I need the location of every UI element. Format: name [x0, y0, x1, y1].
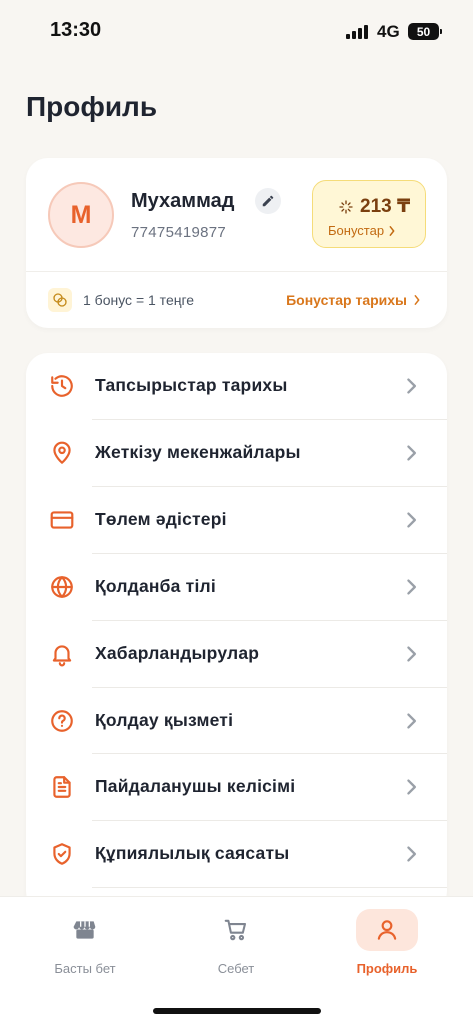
battery-level: 50	[416, 24, 431, 39]
chevron-right-icon	[414, 295, 420, 305]
menu-item-user-agreement[interactable]: Пайдаланушы келісімі	[26, 754, 447, 820]
chevron-right-icon	[407, 378, 417, 394]
menu-item-label: Тапсырыстар тарихы	[95, 375, 288, 395]
menu-item-label: Қолданба тілі	[95, 576, 216, 596]
shield-check-icon	[48, 840, 76, 868]
edit-profile-button[interactable]	[255, 188, 281, 214]
chevron-right-icon	[407, 646, 417, 662]
menu-item-payment-methods[interactable]: Төлем әдістері	[26, 487, 447, 553]
credit-card-icon	[48, 506, 76, 534]
store-icon	[54, 909, 116, 951]
menu-item-delivery-addresses[interactable]: Жеткізу мекенжайлары	[26, 420, 447, 486]
menu-item-notifications[interactable]: Хабарландырулар	[26, 621, 447, 687]
bonus-history-link[interactable]: Бонустар тарихы	[286, 292, 421, 308]
tab-label: Себет	[217, 961, 255, 976]
bonus-rate: 1 бонус = 1 теңге	[83, 292, 195, 308]
menu-item-privacy-policy[interactable]: Құпиялылық саясаты	[26, 821, 447, 887]
location-pin-icon	[48, 439, 76, 467]
chevron-right-icon	[407, 846, 417, 862]
battery-icon: 50	[408, 23, 442, 40]
bonus-balance-button[interactable]: 213 ₸ Бонустар	[312, 180, 426, 248]
menu-item-app-language[interactable]: Қолданба тілі	[26, 554, 447, 620]
menu-item-label: Қолдау қызметі	[95, 710, 234, 730]
user-name: Мухаммад	[131, 190, 235, 212]
network-label: 4G	[377, 22, 400, 41]
bonus-link-label: Бонустар	[328, 223, 385, 238]
menu-item-label: Хабарландырулар	[95, 643, 260, 663]
menu-item-label: Жеткізу мекенжайлары	[95, 442, 301, 462]
user-phone: 77475419877	[131, 224, 227, 241]
profile-card: М Мухаммад 77475419877 213 ₸ Бонустар 1 …	[26, 158, 447, 328]
tab-label: Басты бет	[54, 961, 116, 976]
chevron-right-icon	[407, 579, 417, 595]
menu-item-support[interactable]: Қолдау қызметі	[26, 688, 447, 754]
menu-item-order-history[interactable]: Тапсырыстар тарихы	[26, 353, 447, 419]
tab-label: Профиль	[356, 961, 418, 976]
chevron-right-icon	[389, 225, 395, 236]
user-icon	[356, 909, 418, 951]
coins-icon	[48, 288, 72, 312]
tab-home[interactable]: Басты бет	[40, 909, 130, 979]
menu-item-label: Төлем әдістері	[95, 509, 227, 529]
globe-icon	[48, 573, 76, 601]
chevron-right-icon	[407, 445, 417, 461]
tab-profile[interactable]: Профиль	[342, 909, 432, 979]
status-bar: 13:30 4G 50	[0, 0, 473, 62]
avatar[interactable]: М	[48, 182, 114, 248]
chevron-right-icon	[407, 512, 417, 528]
chevron-right-icon	[407, 779, 417, 795]
home-indicator	[153, 1008, 321, 1014]
signal-icon	[346, 25, 368, 39]
settings-menu: Тапсырыстар тарихы Жеткізу мекенжайлары …	[26, 353, 447, 913]
menu-item-label: Құпиялылық саясаты	[95, 843, 290, 863]
sparkle-icon	[339, 199, 353, 214]
cart-icon	[205, 909, 267, 951]
tab-bar: Басты бет Себет Профиль	[0, 896, 473, 1024]
page-title: Профиль	[26, 91, 158, 122]
document-icon	[48, 773, 76, 801]
divider	[26, 271, 447, 272]
bonus-history-label: Бонустар тарихы	[286, 292, 407, 308]
pencil-icon	[262, 195, 274, 207]
tab-cart[interactable]: Себет	[191, 909, 281, 979]
bonus-amount: 213 ₸	[360, 196, 411, 217]
menu-item-label: Пайдаланушы келісімі	[95, 776, 296, 796]
bell-icon	[48, 640, 76, 668]
history-icon	[48, 372, 76, 400]
status-time: 13:30	[50, 19, 102, 41]
chevron-right-icon	[407, 713, 417, 729]
help-circle-icon	[48, 707, 76, 735]
divider	[92, 887, 447, 888]
